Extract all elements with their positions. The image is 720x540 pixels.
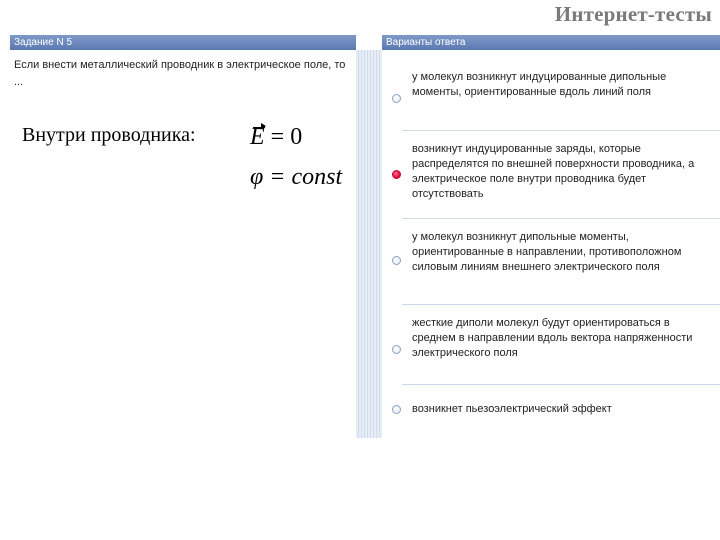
- formula-potential-const: φ = const: [250, 164, 343, 190]
- answer-option-text: у молекул возникнут дипольные моменты, о…: [412, 231, 682, 273]
- option-divider: [402, 384, 720, 385]
- task-header: Задание N 5: [10, 35, 356, 50]
- option-divider: [402, 130, 720, 131]
- answer-option-text: у молекул возникнут индуцированные дипол…: [412, 71, 667, 98]
- answer-option-text: жесткие диполи молекул будут ориентирова…: [412, 317, 693, 359]
- answer-option-3[interactable]: у молекул возникнут дипольные моменты, о…: [382, 230, 720, 294]
- answer-option-2[interactable]: возникнут индуцированные заряды, которые…: [382, 142, 720, 206]
- field-equation: = 0: [264, 124, 303, 150]
- radio-button-icon[interactable]: [392, 94, 401, 103]
- answer-option-5[interactable]: возникнет пьезоэлектрический эффект: [382, 400, 720, 420]
- option-divider: [402, 218, 720, 219]
- radio-button-icon[interactable]: [392, 345, 401, 354]
- answers-header: Варианты ответа: [382, 35, 720, 50]
- answer-option-4[interactable]: жесткие диполи молекул будут ориентирова…: [382, 316, 720, 364]
- page-title: Интернет-тесты: [554, 2, 712, 26]
- field-vector-symbol: E: [250, 123, 266, 150]
- radio-button-selected-icon[interactable]: [392, 170, 401, 179]
- annotation-label: Внутри проводника:: [22, 124, 196, 146]
- answer-option-text: возникнет пьезоэлектрический эффект: [412, 403, 612, 415]
- radio-button-icon[interactable]: [392, 405, 401, 414]
- option-divider: [402, 304, 720, 305]
- task-question: Если внести металлический проводник в эл…: [14, 59, 346, 88]
- decorative-stripe: [356, 50, 382, 438]
- answer-option-text: возникнут индуцированные заряды, которые…: [412, 143, 695, 200]
- answer-option-1[interactable]: у молекул возникнут индуцированные дипол…: [382, 70, 720, 110]
- formula-field-zero: E = 0: [250, 123, 303, 151]
- radio-button-icon[interactable]: [392, 256, 401, 265]
- answer-options-list: у молекул возникнут индуцированные дипол…: [382, 50, 720, 438]
